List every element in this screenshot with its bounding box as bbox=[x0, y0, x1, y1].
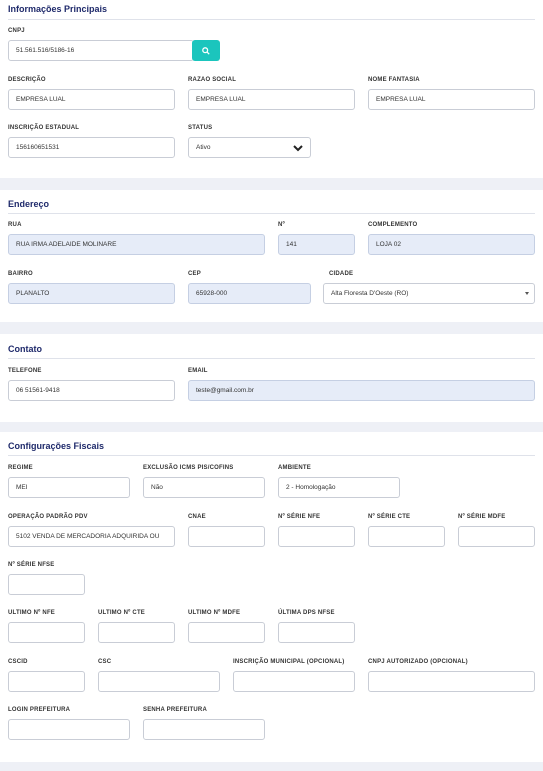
cnpj-field[interactable]: 51.561.516/5186-16 bbox=[8, 40, 194, 61]
divider bbox=[8, 19, 535, 20]
descricao-label: DESCRIÇÃO bbox=[8, 77, 46, 83]
section-title: Configurações Fiscais bbox=[8, 441, 105, 451]
ultimo-cte-field[interactable] bbox=[98, 622, 175, 643]
ultimo-nfe-label: ULTIMO Nº NFE bbox=[8, 610, 56, 616]
serie-mdfe-field[interactable] bbox=[458, 526, 535, 547]
serie-nfe-label: Nº SÉRIE NFE bbox=[278, 514, 321, 520]
cidade-select[interactable]: Alta Floresta D'Oeste (RO) bbox=[323, 283, 535, 304]
status-value: Ativo bbox=[196, 144, 211, 151]
caret-down-icon bbox=[525, 292, 529, 295]
section-contato: Contato TELEFONE 06 51561-9418 EMAIL tes… bbox=[0, 334, 543, 422]
bairro-label: BAIRRO bbox=[8, 271, 33, 277]
cidade-label: CIDADE bbox=[329, 271, 354, 277]
cscid-label: CSCID bbox=[8, 659, 28, 665]
section-title: Endereço bbox=[8, 199, 50, 209]
complemento-field[interactable]: LOJA 02 bbox=[368, 234, 535, 255]
complemento-label: COMPLEMENTO bbox=[368, 222, 418, 228]
razao-social-label: RAZAO SOCIAL bbox=[188, 77, 237, 83]
serie-cte-field[interactable] bbox=[368, 526, 445, 547]
login-prefeitura-field[interactable] bbox=[8, 719, 130, 740]
cidade-value: Alta Floresta D'Oeste (RO) bbox=[331, 290, 409, 297]
ultimo-mdfe-field[interactable] bbox=[188, 622, 265, 643]
regime-field[interactable]: MEI bbox=[8, 477, 130, 498]
numero-field[interactable]: 141 bbox=[278, 234, 355, 255]
ultima-dps-field[interactable] bbox=[278, 622, 355, 643]
status-select[interactable]: Ativo bbox=[188, 137, 311, 158]
section-title: Contato bbox=[8, 344, 42, 354]
ambiente-label: AMBIENTE bbox=[278, 465, 311, 471]
rua-field[interactable]: RUA IRMA ADELAIDE MOLINARE bbox=[8, 234, 265, 255]
serie-nfe-field[interactable] bbox=[278, 526, 355, 547]
bairro-field[interactable]: PLANALTO bbox=[8, 283, 175, 304]
inscricao-municipal-field[interactable] bbox=[233, 671, 355, 692]
email-label: EMAIL bbox=[188, 368, 208, 374]
divider bbox=[8, 213, 535, 214]
descricao-field[interactable]: EMPRESA LUAL bbox=[8, 89, 175, 110]
inscricao-estadual-label: INSCRIÇÃO ESTADUAL bbox=[8, 125, 80, 131]
regime-label: REGIME bbox=[8, 465, 33, 471]
operacao-padrao-field[interactable]: 5102 VENDA DE MERCADORIA ADQUIRIDA OU bbox=[8, 526, 175, 547]
cep-label: CEP bbox=[188, 271, 201, 277]
cnpj-autorizado-field[interactable] bbox=[368, 671, 535, 692]
csc-field[interactable] bbox=[98, 671, 220, 692]
cnpj-search-button[interactable] bbox=[192, 40, 220, 61]
chevron-down-icon bbox=[293, 145, 303, 152]
nome-fantasia-field[interactable]: EMPRESA LUAL bbox=[368, 89, 535, 110]
razao-social-field[interactable]: EMPRESA LUAL bbox=[188, 89, 355, 110]
rua-label: RUA bbox=[8, 222, 22, 228]
cscid-field[interactable] bbox=[8, 671, 85, 692]
divider bbox=[8, 358, 535, 359]
ultimo-cte-label: ULTIMO Nº CTE bbox=[98, 610, 146, 616]
serie-cte-label: Nº SÉRIE CTE bbox=[368, 514, 411, 520]
operacao-padrao-label: OPERAÇÃO PADRÃO PDV bbox=[8, 514, 88, 520]
csc-label: CSC bbox=[98, 659, 112, 665]
cnpj-label: CNPJ bbox=[8, 28, 25, 34]
ultimo-mdfe-label: ULTIMO Nº MDFE bbox=[188, 610, 241, 616]
cep-field[interactable]: 65928-000 bbox=[188, 283, 311, 304]
serie-nfse-label: Nº SÉRIE NFSE bbox=[8, 562, 55, 568]
cnpj-autorizado-label: CNPJ AUTORIZADO (OPCIONAL) bbox=[368, 659, 468, 665]
serie-mdfe-label: Nº SÉRIE MDFE bbox=[458, 514, 506, 520]
ambiente-field[interactable]: 2 - Homologação bbox=[278, 477, 400, 498]
inscricao-municipal-label: INSCRIÇÃO MUNICIPAL (OPCIONAL) bbox=[233, 659, 345, 665]
cnae-label: CNAE bbox=[188, 514, 206, 520]
senha-prefeitura-field[interactable] bbox=[143, 719, 265, 740]
ultimo-nfe-field[interactable] bbox=[8, 622, 85, 643]
senha-prefeitura-label: SENHA PREFEITURA bbox=[143, 707, 207, 713]
nome-fantasia-label: NOME FANTASIA bbox=[368, 77, 420, 83]
section-title: Informações Principais bbox=[8, 4, 108, 14]
telefone-field[interactable]: 06 51561-9418 bbox=[8, 380, 175, 401]
email-field[interactable]: teste@gmail.com.br bbox=[188, 380, 535, 401]
numero-label: Nº bbox=[278, 222, 285, 228]
divider bbox=[8, 455, 535, 456]
exclusao-icms-field[interactable]: Não bbox=[143, 477, 265, 498]
cnae-field[interactable] bbox=[188, 526, 265, 547]
inscricao-estadual-field[interactable]: 156160651531 bbox=[8, 137, 175, 158]
status-label: STATUS bbox=[188, 125, 213, 131]
section-endereco: Endereço RUA RUA IRMA ADELAIDE MOLINARE … bbox=[0, 190, 543, 322]
telefone-label: TELEFONE bbox=[8, 368, 42, 374]
section-configuracoes-fiscais: Configurações Fiscais REGIME MEI EXCLUSÃ… bbox=[0, 432, 543, 762]
ultima-dps-label: ÚLTIMA DPS NFSE bbox=[278, 610, 335, 616]
serie-nfse-field[interactable] bbox=[8, 574, 85, 595]
login-prefeitura-label: LOGIN PREFEITURA bbox=[8, 707, 71, 713]
search-icon bbox=[202, 46, 210, 55]
section-informacoes-principais: Informações Principais CNPJ 51.561.516/5… bbox=[0, 0, 543, 178]
exclusao-icms-label: EXCLUSÃO ICMS PIS/COFINS bbox=[143, 465, 234, 471]
